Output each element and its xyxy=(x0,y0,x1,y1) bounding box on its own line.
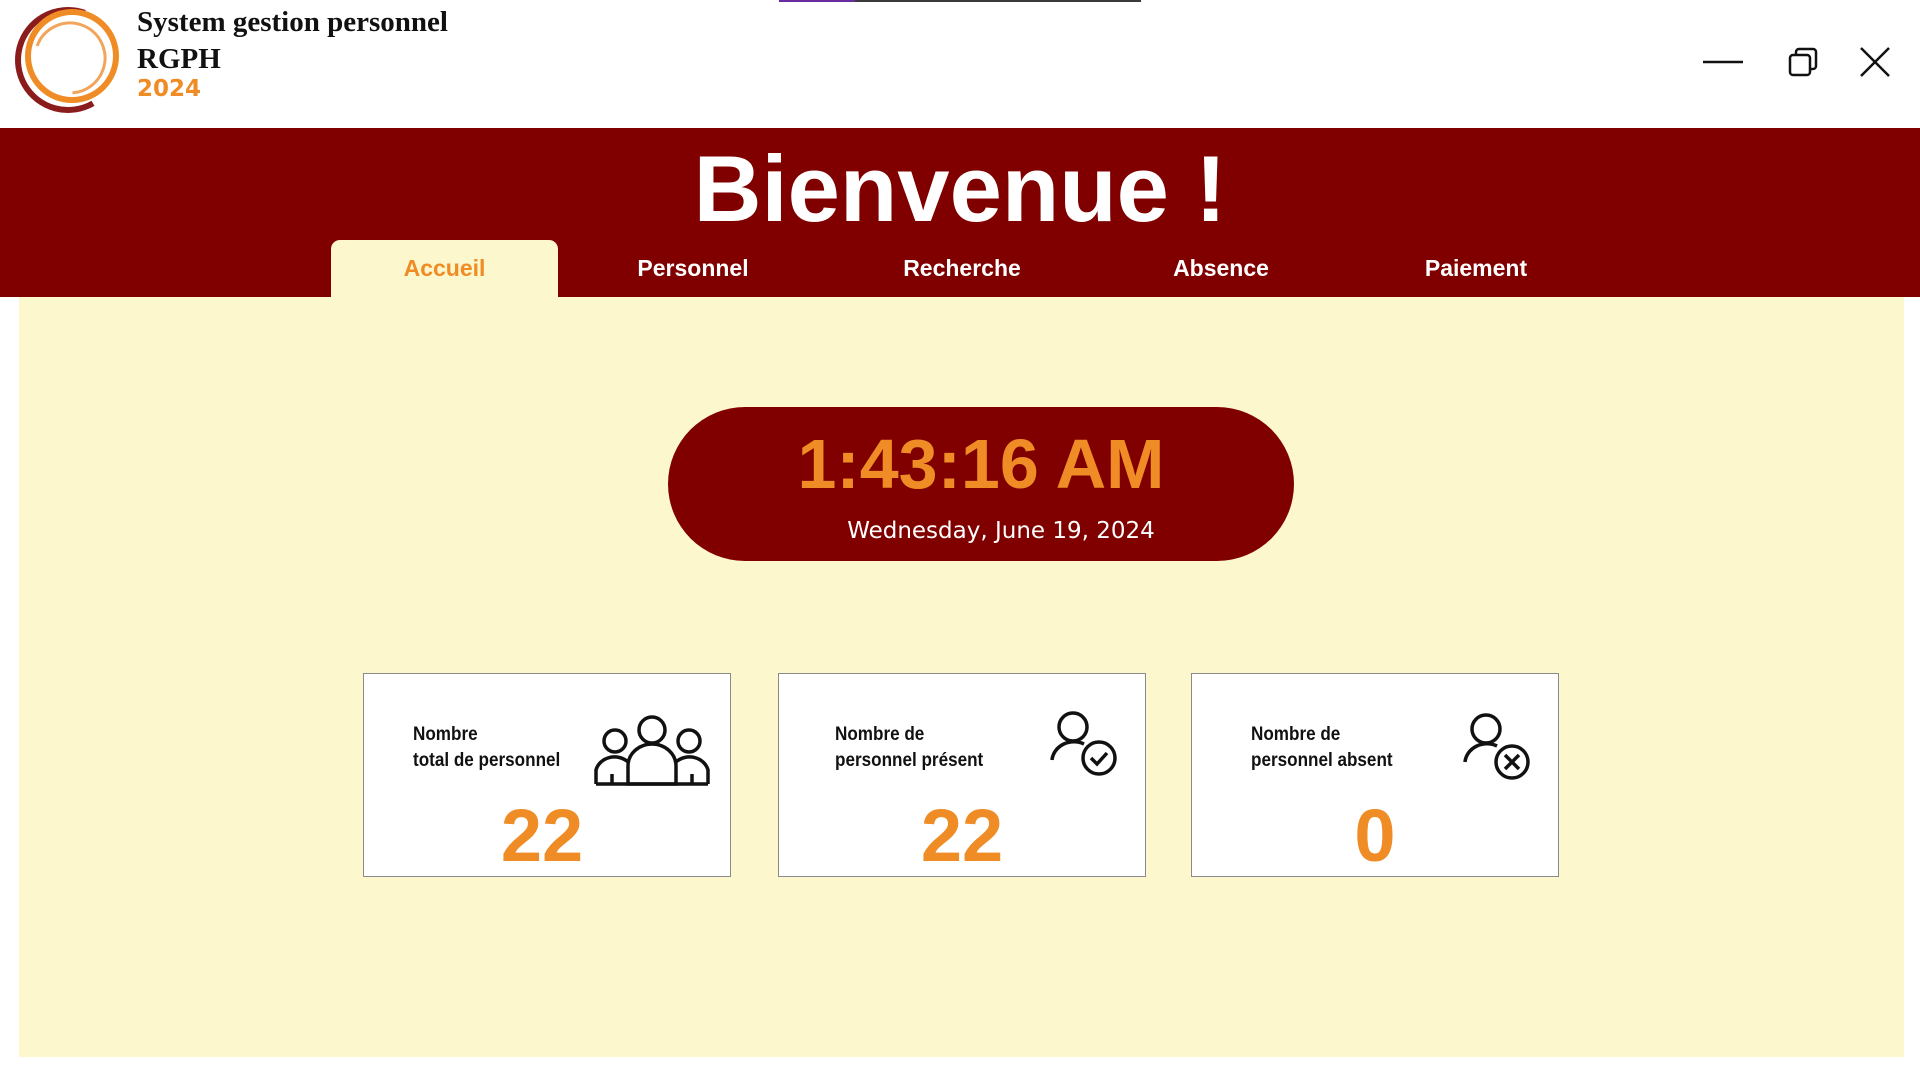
user-cross-icon xyxy=(1463,713,1530,780)
rgph-logo-icon xyxy=(14,6,121,113)
app-title-line2: RGPH xyxy=(137,43,221,75)
tab-paiement[interactable]: Paiement xyxy=(1366,240,1586,297)
app-title: System gestion personnel RGPH xyxy=(137,4,448,78)
group-icon xyxy=(594,715,710,786)
stat-card-present: Nombre de personnel présent 22 xyxy=(778,673,1146,877)
restore-icon xyxy=(1788,47,1818,77)
restore-button[interactable] xyxy=(1780,40,1826,84)
app-year: 2024 xyxy=(137,76,202,102)
stat-label: Nombre total de personnel xyxy=(413,724,561,771)
tab-recherche[interactable]: Recherche xyxy=(852,240,1072,297)
stat-label: Nombre de personnel absent xyxy=(1251,724,1393,771)
clock-time: 1:43:16 AM xyxy=(797,425,1165,503)
stat-value: 0 xyxy=(1354,794,1396,877)
welcome-heading: Bienvenue ! xyxy=(693,136,1227,241)
dashboard-panel: 1:43:16 AM Wednesday, June 19, 2024 Nomb… xyxy=(19,297,1904,1057)
clock-widget: 1:43:16 AM Wednesday, June 19, 2024 xyxy=(668,407,1294,561)
stat-card-total: Nombre total de personnel 22 xyxy=(363,673,731,877)
tab-accueil[interactable]: Accueil xyxy=(331,240,558,297)
tab-absence[interactable]: Absence xyxy=(1111,240,1331,297)
stat-card-absent: Nombre de personnel absent 0 xyxy=(1191,673,1559,877)
stat-label: Nombre de personnel présent xyxy=(835,724,984,771)
user-check-icon xyxy=(1050,711,1117,776)
close-icon xyxy=(1860,47,1890,77)
close-button[interactable] xyxy=(1852,40,1898,84)
minimize-button[interactable] xyxy=(1700,40,1746,84)
app-title-line1: System gestion personnel xyxy=(137,6,448,38)
tab-personnel[interactable]: Personnel xyxy=(583,240,803,297)
minimize-icon xyxy=(1703,60,1743,64)
header-banner: Bienvenue ! Accueil Personnel Recherche … xyxy=(0,128,1920,297)
stat-value: 22 xyxy=(920,794,1004,877)
clock-date: Wednesday, June 19, 2024 xyxy=(847,518,1155,544)
title-bar: System gestion personnel RGPH 2024 xyxy=(0,0,1920,128)
loading-indicator xyxy=(779,0,1141,2)
stat-value: 22 xyxy=(500,794,584,877)
